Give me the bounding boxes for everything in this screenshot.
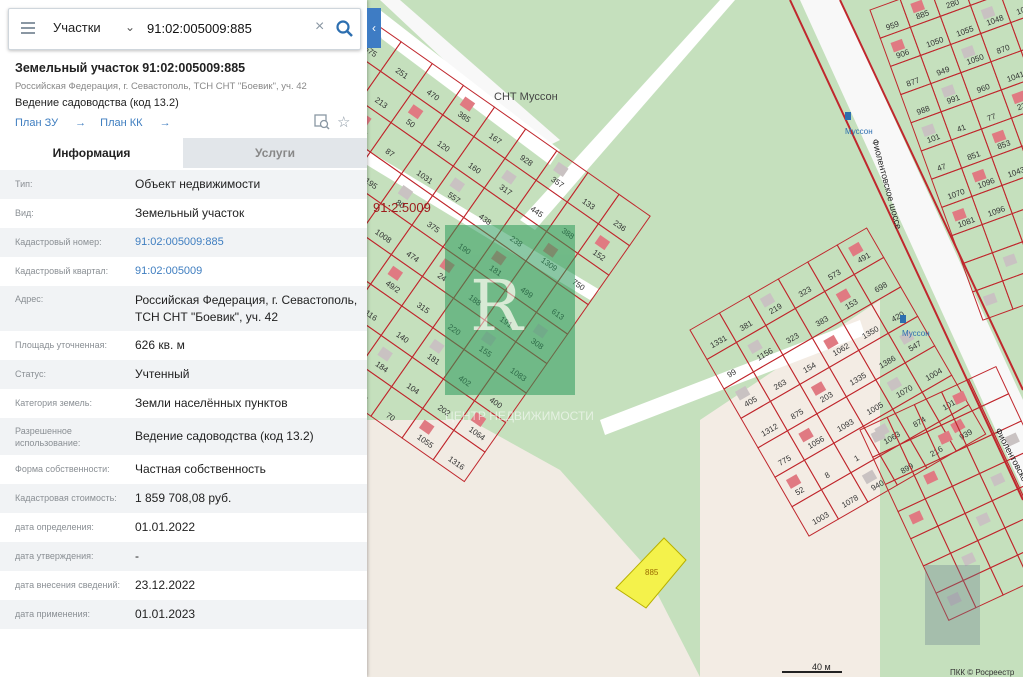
- search-type-select[interactable]: Участки: [53, 20, 101, 35]
- star-icon[interactable]: ☆: [337, 113, 350, 131]
- table-row: Вид: Земельный участок: [15, 206, 245, 220]
- table-row: Статус: Учтенный: [0, 360, 367, 389]
- copyright: ПКК © Росреестр: [950, 668, 1015, 677]
- close-icon[interactable]: ×: [315, 18, 324, 36]
- parcel-address: Российская Федерация, г. Севастополь, ТС…: [15, 81, 307, 92]
- bus-stop-label-2: Муссон: [902, 329, 930, 338]
- table-row: дата внесения сведений: 23.12.2022: [15, 578, 196, 592]
- plan-zu-link[interactable]: План ЗУ →: [15, 117, 86, 129]
- parcel-title: Земельный участок 91:02:005009:885: [15, 61, 246, 75]
- cadastral-quarter-link[interactable]: 91:02:005009: [135, 263, 363, 280]
- table-row: Кадастровый квартал: 91:02:005009: [0, 257, 367, 286]
- bus-stop-label-1: Муссон: [845, 127, 873, 136]
- table-row: Тип: Объект недвижимости: [0, 170, 367, 199]
- info-panel: Участки ⌄ 91:02:005009:885 × Земельный у…: [0, 0, 367, 677]
- table-row: дата определения: 01.01.2022: [15, 520, 196, 534]
- table-row: Кадастровый номер: 91:02:005009:885: [0, 228, 367, 257]
- collapse-panel-button[interactable]: ‹: [367, 8, 381, 48]
- watermark-text: ЦЕНТР НЕДВИЖИМОСТИ: [445, 409, 594, 423]
- scale-label: 40 м: [812, 662, 831, 672]
- table-row: Категория земель: Земли населённых пункт…: [15, 396, 288, 410]
- plan-links: План ЗУ → План КК →: [15, 117, 185, 129]
- table-row: Адрес: Российская Федерация, г. Севастоп…: [0, 286, 367, 331]
- zoom-to-parcel-icon[interactable]: [314, 114, 330, 130]
- table-row: дата применения: 01.01.2023: [0, 600, 367, 629]
- table-row: Разрешенное использование: Ведение садов…: [0, 418, 367, 455]
- bus-stop-icon: [845, 112, 851, 120]
- watermark: R ЦЕНТР НЕДВИЖИМОСТИ: [445, 225, 594, 423]
- tabs: Информация Услуги: [0, 138, 367, 168]
- tab-services[interactable]: Услуги: [183, 138, 367, 168]
- table-row: Площадь уточненная: 626 кв. м: [15, 338, 185, 352]
- search-bar: Участки ⌄ 91:02:005009:885 ×: [8, 8, 361, 50]
- menu-icon[interactable]: [21, 22, 35, 34]
- cadastral-number-link[interactable]: 91:02:005009:885: [135, 234, 363, 251]
- plan-kk-link[interactable]: План КК →: [100, 117, 170, 129]
- selected-parcel-label: 885: [645, 568, 659, 577]
- watermark-small: [925, 565, 980, 645]
- table-row: дата утверждения: -: [0, 542, 367, 571]
- quarter-label: 91:2:5009: [373, 200, 431, 215]
- search-input[interactable]: 91:02:005009:885: [147, 21, 252, 36]
- table-row: Форма собственности: Частная собственнос…: [15, 462, 266, 476]
- parcel-usage: Ведение садоводства (код 13.2): [15, 97, 179, 109]
- search-icon[interactable]: [335, 19, 355, 39]
- snt-label: СНТ Муссон: [494, 91, 558, 103]
- svg-text:R: R: [470, 265, 525, 347]
- chevron-down-icon[interactable]: ⌄: [125, 20, 135, 34]
- tab-information[interactable]: Информация: [0, 138, 183, 168]
- table-row: Кадастровая стоимость: 1 859 708,08 руб.: [0, 484, 367, 513]
- bus-stop-icon: [900, 315, 906, 323]
